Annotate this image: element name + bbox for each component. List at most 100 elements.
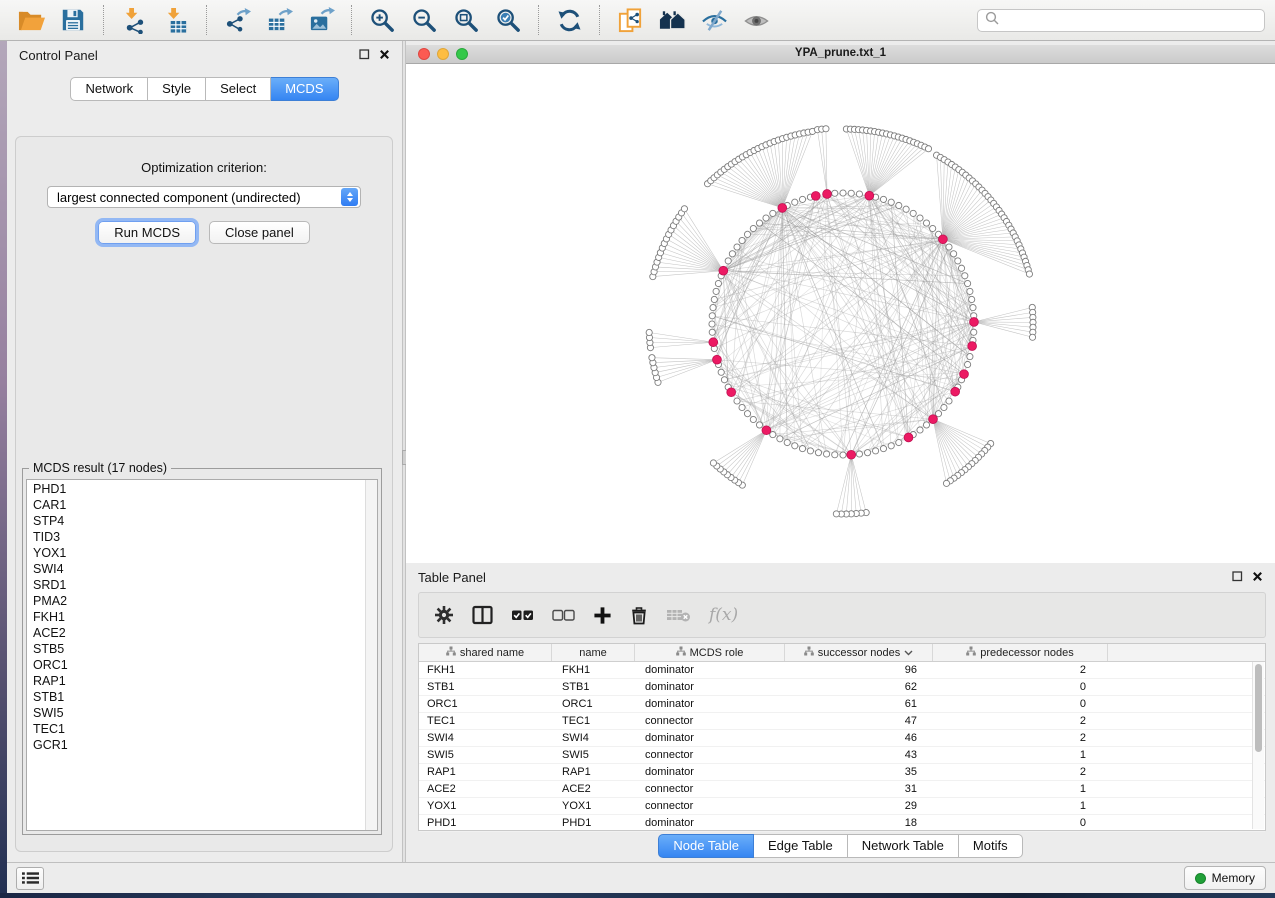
network-node[interactable] (681, 206, 687, 212)
network-node[interactable] (711, 296, 717, 302)
dominator-node[interactable] (865, 191, 874, 200)
network-node[interactable] (721, 377, 727, 383)
table-row[interactable]: PHD1PHD1dominator180 (419, 815, 1265, 832)
dominator-node[interactable] (823, 190, 832, 199)
open-file-icon[interactable] (16, 5, 46, 35)
network-node[interactable] (864, 450, 870, 456)
network-node[interactable] (713, 288, 719, 294)
import-network-icon[interactable] (119, 5, 149, 35)
table-row[interactable]: ACE2ACE2connector311 (419, 781, 1265, 798)
network-node[interactable] (709, 321, 715, 327)
network-node[interactable] (967, 353, 973, 359)
network-node[interactable] (951, 251, 957, 257)
tab-network-table[interactable]: Network Table (848, 834, 959, 858)
network-node[interactable] (923, 422, 929, 428)
tab-motifs[interactable]: Motifs (959, 834, 1023, 858)
network-node[interactable] (848, 190, 854, 196)
network-node[interactable] (709, 329, 715, 335)
network-node[interactable] (967, 288, 973, 294)
network-node[interactable] (777, 436, 783, 442)
close-panel-icon[interactable] (1252, 570, 1263, 585)
network-node[interactable] (943, 480, 949, 486)
network-node[interactable] (832, 452, 838, 458)
network-node[interactable] (923, 220, 929, 226)
network-node[interactable] (840, 190, 846, 196)
add-row-icon[interactable] (593, 606, 612, 625)
network-node[interactable] (725, 258, 731, 264)
network-node[interactable] (925, 146, 931, 152)
network-node[interactable] (756, 422, 762, 428)
network-node[interactable] (833, 511, 839, 517)
network-node[interactable] (917, 427, 923, 433)
network-node[interactable] (792, 443, 798, 449)
network-node[interactable] (1029, 334, 1035, 340)
column-header-name[interactable]: name (552, 644, 635, 661)
tab-node-table[interactable]: Node Table (658, 834, 754, 858)
hide-selected-icon[interactable] (699, 5, 729, 35)
network-node[interactable] (799, 445, 805, 451)
dominator-node[interactable] (713, 355, 722, 364)
network-node[interactable] (709, 313, 715, 319)
dominator-node[interactable] (951, 387, 960, 396)
list-scrollbar[interactable] (365, 480, 377, 830)
network-node[interactable] (872, 448, 878, 454)
column-header-shared-name[interactable]: shared name (419, 644, 552, 661)
dominator-node[interactable] (727, 388, 736, 397)
dominator-node[interactable] (929, 415, 938, 424)
dominator-node[interactable] (970, 318, 979, 327)
network-node[interactable] (756, 220, 762, 226)
delete-row-icon[interactable] (630, 605, 648, 625)
column-header-successor-nodes[interactable]: successor nodes (785, 644, 933, 661)
refresh-icon[interactable] (554, 5, 584, 35)
table-row[interactable]: RAP1RAP1dominator352 (419, 764, 1265, 781)
save-icon[interactable] (58, 5, 88, 35)
network-node[interactable] (946, 398, 952, 404)
dominator-node[interactable] (762, 426, 771, 435)
network-node[interactable] (832, 190, 838, 196)
table-scrollbar[interactable] (1252, 662, 1264, 829)
network-node[interactable] (964, 361, 970, 367)
network-node[interactable] (955, 258, 961, 264)
first-neighbors-icon[interactable] (657, 5, 687, 35)
table-scrollbar-thumb[interactable] (1255, 664, 1262, 752)
dominator-node[interactable] (719, 266, 728, 275)
criterion-select[interactable]: largest connected component (undirected) (47, 186, 361, 208)
network-node[interactable] (823, 126, 829, 132)
zoom-out-icon[interactable] (409, 5, 439, 35)
task-history-button[interactable] (16, 867, 44, 890)
network-node[interactable] (710, 460, 716, 466)
network-node[interactable] (888, 443, 894, 449)
mcds-result-list[interactable]: PHD1CAR1STP4TID3YOX1SWI4SRD1PMA2FKH1ACE2… (26, 479, 378, 831)
dominator-node[interactable] (939, 235, 948, 244)
float-panel-icon[interactable] (359, 48, 370, 63)
dominator-node[interactable] (709, 338, 718, 347)
network-node[interactable] (799, 196, 805, 202)
network-node[interactable] (823, 451, 829, 457)
table-row[interactable]: FKH1FKH1dominator962 (419, 662, 1265, 679)
network-node[interactable] (750, 416, 756, 422)
deselect-all-icon[interactable] (552, 608, 575, 622)
column-header-MCDS-role[interactable]: MCDS role (635, 644, 785, 661)
show-columns-icon[interactable] (472, 605, 493, 625)
network-node[interactable] (744, 231, 750, 237)
close-panel-icon[interactable] (379, 48, 390, 63)
tab-select[interactable]: Select (206, 77, 271, 101)
zoom-in-icon[interactable] (367, 5, 397, 35)
column-header-predecessor-nodes[interactable]: predecessor nodes (933, 644, 1108, 661)
table-row[interactable]: YOX1YOX1connector291 (419, 798, 1265, 815)
export-table-icon[interactable] (264, 5, 294, 35)
network-node[interactable] (888, 199, 894, 205)
network-node[interactable] (896, 202, 902, 208)
network-node[interactable] (646, 329, 652, 335)
network-node[interactable] (784, 439, 790, 445)
tab-style[interactable]: Style (148, 77, 206, 101)
float-panel-icon[interactable] (1232, 570, 1243, 585)
show-all-icon[interactable] (741, 5, 771, 35)
dominator-node[interactable] (778, 204, 787, 213)
select-all-icon[interactable] (511, 608, 534, 622)
network-node[interactable] (763, 215, 769, 221)
dominator-node[interactable] (904, 433, 913, 442)
network-node[interactable] (649, 355, 655, 361)
table-row[interactable]: SWI4SWI4dominator462 (419, 730, 1265, 747)
network-node[interactable] (739, 404, 745, 410)
